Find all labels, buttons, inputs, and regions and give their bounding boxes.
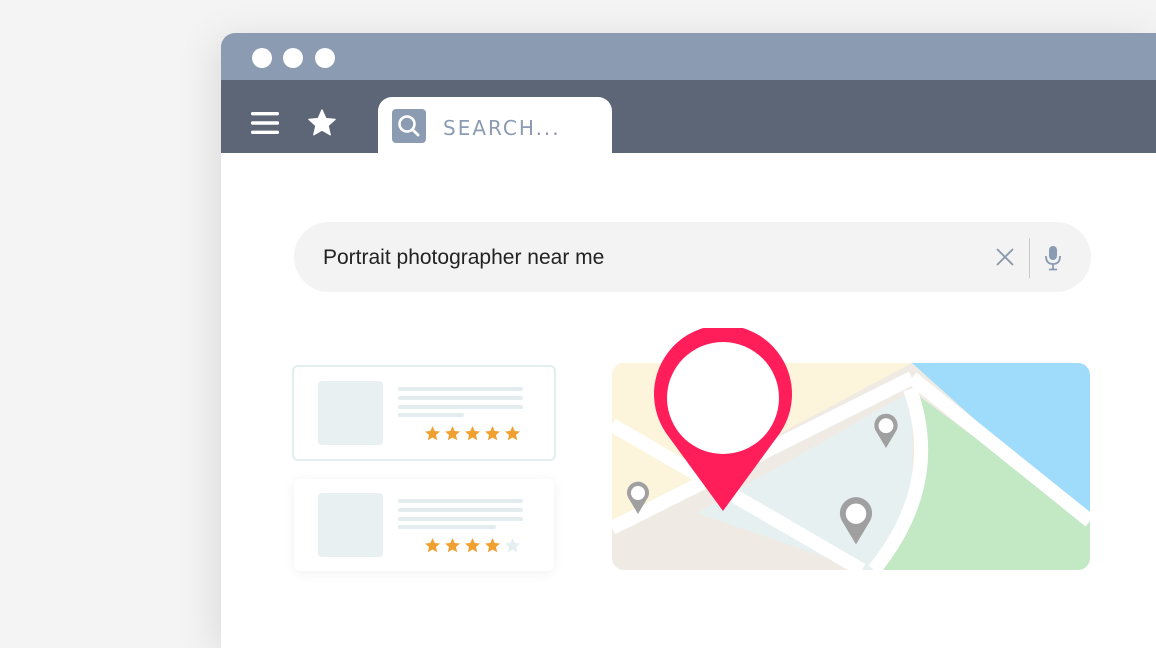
- microphone-icon[interactable]: [1043, 245, 1063, 271]
- location-pin-small-icon[interactable]: [625, 481, 651, 515]
- result-card[interactable]: [292, 365, 556, 461]
- browser-window: SEARCH... Portrait photographer near me: [221, 33, 1156, 648]
- star-icon[interactable]: [307, 108, 337, 138]
- hamburger-icon[interactable]: [251, 111, 279, 135]
- location-pin-icon[interactable]: [653, 328, 793, 514]
- star-filled-icon: [445, 538, 460, 553]
- text-line: [398, 396, 523, 400]
- star-filled-icon: [425, 426, 440, 441]
- window-control-dot[interactable]: [315, 48, 335, 68]
- star-empty-icon: [505, 538, 520, 553]
- search-query[interactable]: Portrait photographer near me: [323, 246, 604, 270]
- window-control-dot[interactable]: [283, 48, 303, 68]
- window-control-dot[interactable]: [252, 48, 272, 68]
- close-icon[interactable]: [994, 246, 1016, 268]
- result-thumbnail: [318, 381, 383, 445]
- star-filled-icon: [505, 426, 520, 441]
- text-line: [398, 405, 523, 409]
- star-filled-icon: [425, 538, 440, 553]
- title-bar: [221, 33, 1156, 80]
- location-pin-small-icon[interactable]: [872, 413, 900, 449]
- text-line: [398, 525, 496, 529]
- divider: [1029, 238, 1030, 278]
- text-line: [398, 517, 523, 521]
- rating-stars: [424, 425, 524, 447]
- result-card[interactable]: [294, 479, 554, 571]
- text-line: [398, 387, 523, 391]
- tab-search-label: SEARCH...: [443, 116, 561, 140]
- result-thumbnail: [318, 493, 383, 557]
- location-pin-small-icon[interactable]: [837, 496, 875, 546]
- star-filled-icon: [485, 426, 500, 441]
- star-filled-icon: [465, 426, 480, 441]
- star-filled-icon: [485, 538, 500, 553]
- browser-toolbar: SEARCH...: [221, 80, 1156, 153]
- text-line: [398, 499, 523, 503]
- rating-stars: [424, 537, 524, 559]
- search-tab[interactable]: SEARCH...: [378, 97, 612, 153]
- tab-search-button[interactable]: [392, 109, 426, 143]
- magnifier-icon: [398, 115, 420, 137]
- search-bar[interactable]: Portrait photographer near me: [294, 222, 1091, 292]
- star-filled-icon: [445, 426, 460, 441]
- text-line: [398, 413, 464, 417]
- text-line: [398, 508, 523, 512]
- star-filled-icon: [465, 538, 480, 553]
